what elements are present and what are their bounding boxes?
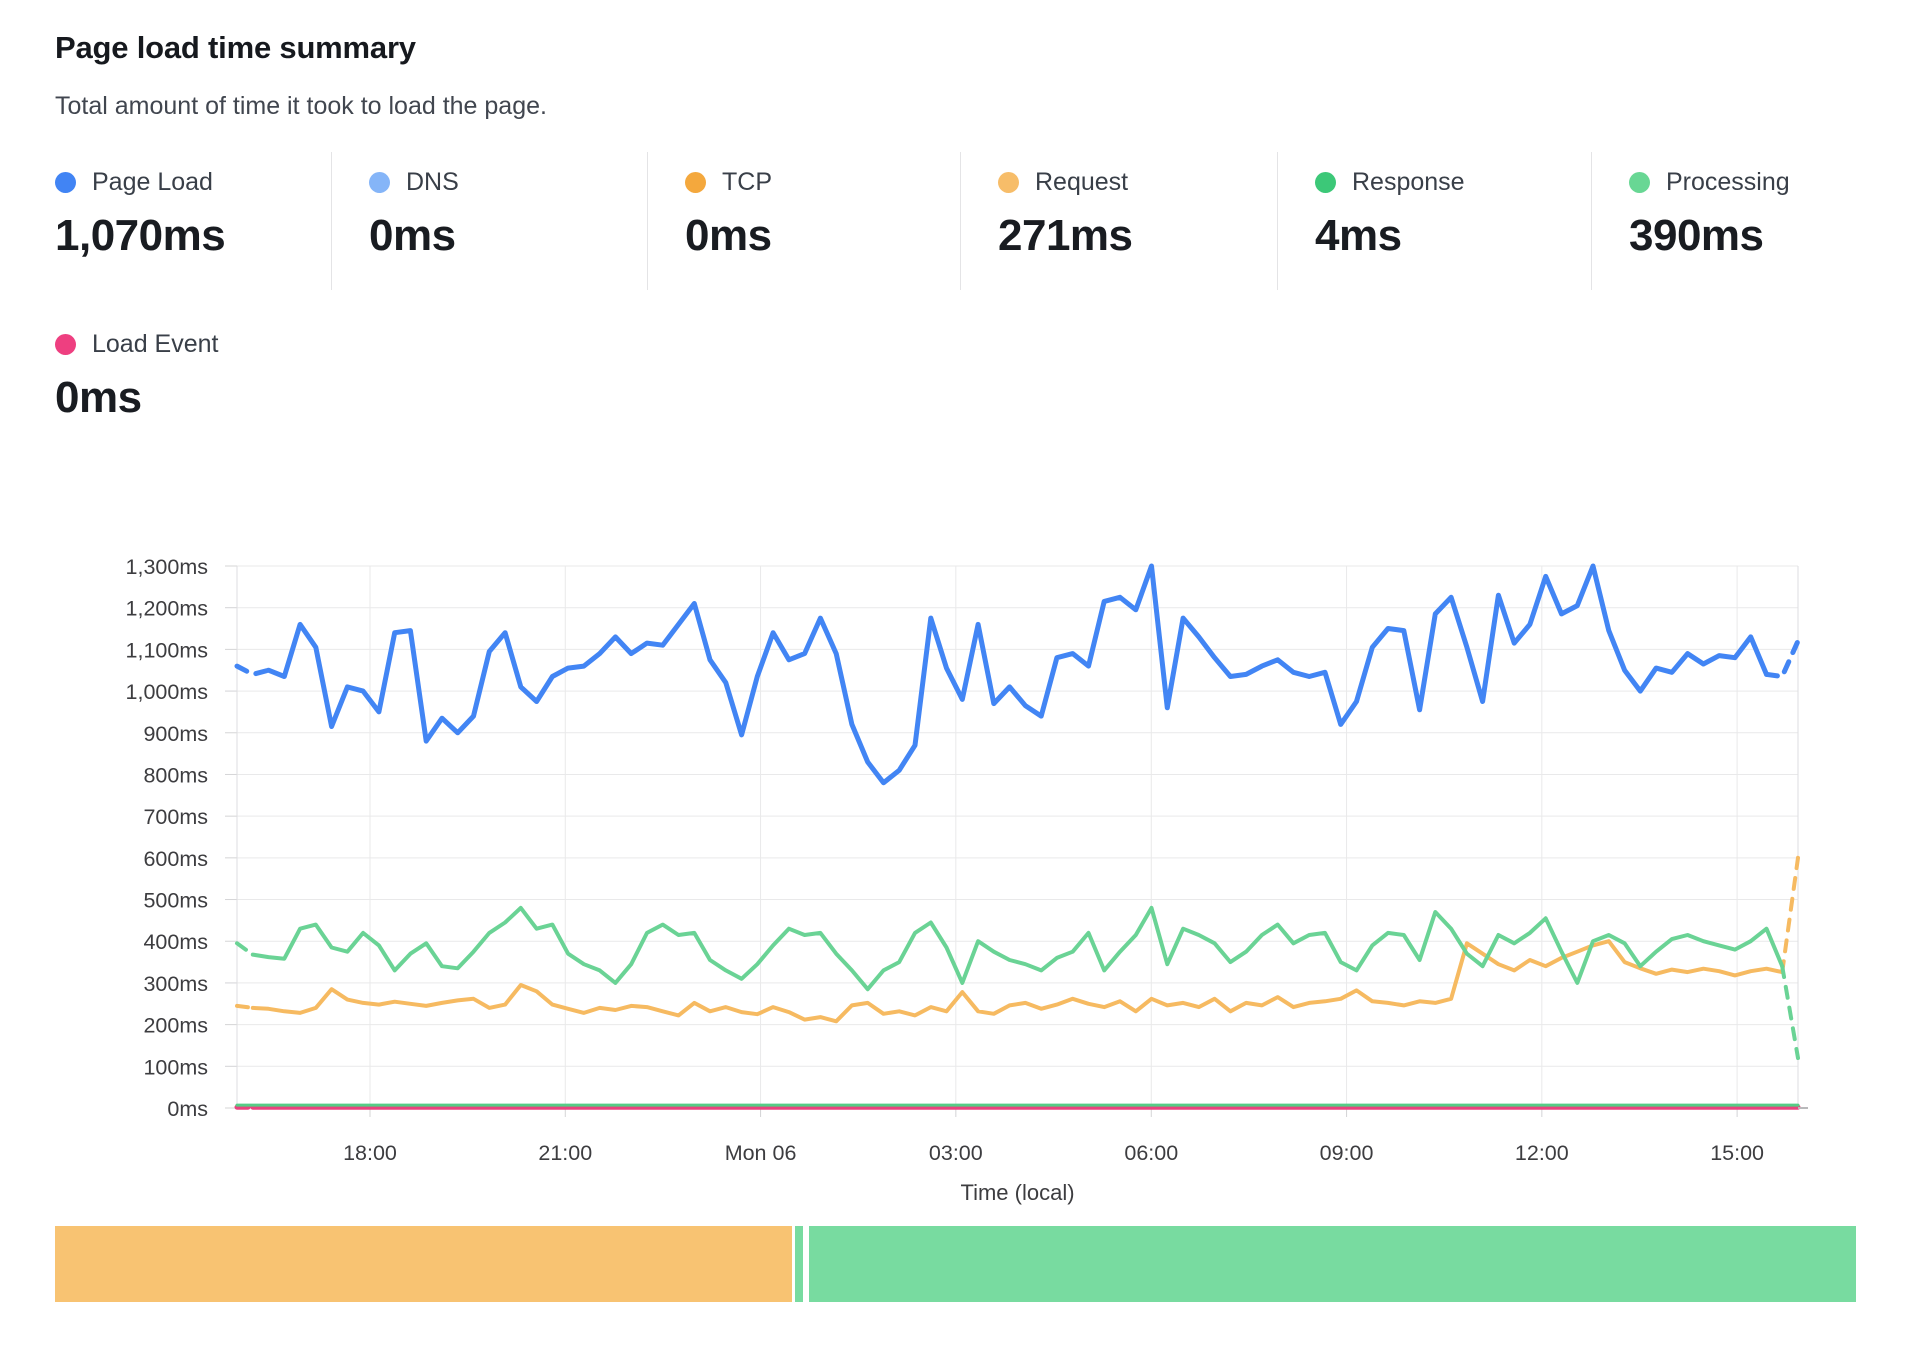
y-axis-label: 900ms (143, 722, 208, 746)
metric-dns[interactable]: DNS 0ms (369, 168, 459, 261)
y-axis-label: 500ms (143, 889, 208, 913)
x-axis-label: 21:00 (538, 1141, 592, 1165)
dns-dot-icon (369, 172, 390, 193)
page-load-summary-widget: 0ms 100ms 200ms 300ms 400ms 500ms 600ms 700ms 80… (0, 0, 1910, 1352)
page-subtitle: Total amount of time it took to load the… (55, 92, 547, 121)
chart-area: 0ms 100ms 200ms 300ms 400ms 500ms 600ms 700ms 80… (0, 0, 1910, 1352)
metric-label: Response (1352, 168, 1465, 197)
metric-divider (331, 152, 332, 290)
series-page-load-line[interactable] (237, 666, 269, 674)
status-bar[interactable] (55, 1226, 1856, 1302)
status-segment-passing-sliver[interactable] (795, 1226, 803, 1302)
series-page-load-line[interactable] (1767, 641, 1799, 677)
metric-response[interactable]: Response 4ms (1315, 168, 1465, 261)
y-axis-label: 1,300ms (126, 555, 208, 579)
response-dot-icon (1315, 172, 1336, 193)
metric-load-event[interactable]: Load Event 0ms (55, 330, 219, 423)
processing-dot-icon (1629, 172, 1650, 193)
series-processing-line[interactable] (253, 908, 1782, 989)
series-processing-line[interactable] (1782, 966, 1798, 1058)
metric-divider (1591, 152, 1592, 290)
metric-value: 0ms (685, 211, 772, 261)
metric-divider (647, 152, 648, 290)
metric-label: Request (1035, 168, 1128, 197)
metric-label: Processing (1666, 168, 1790, 197)
x-axis-label: 06:00 (1124, 1141, 1178, 1165)
metric-value: 0ms (55, 373, 219, 423)
status-segment-degraded-window[interactable] (55, 1226, 792, 1302)
y-axis-label: 1,200ms (126, 597, 208, 621)
metric-label: DNS (406, 168, 459, 197)
metric-value: 4ms (1315, 211, 1465, 261)
metric-value: 271ms (998, 211, 1133, 261)
metric-label: Page Load (92, 168, 213, 197)
status-segment-passing-window[interactable] (809, 1226, 1856, 1302)
series-request-line[interactable] (237, 1006, 253, 1008)
y-axis-label: 200ms (143, 1014, 208, 1038)
y-axis-label: 700ms (143, 805, 208, 829)
series-request-line[interactable] (253, 941, 1782, 1021)
x-axis-title: Time (local) (960, 1180, 1074, 1205)
y-axis-label: 800ms (143, 763, 208, 787)
x-axis-label: 09:00 (1320, 1141, 1374, 1165)
metric-tcp[interactable]: TCP 0ms (685, 168, 772, 261)
y-axis-label: 1,100ms (126, 638, 208, 662)
x-axis-label: 18:00 (343, 1141, 397, 1165)
load-event-dot-icon (55, 334, 76, 355)
x-axis-label: Mon 06 (725, 1141, 797, 1165)
x-axis-label: 03:00 (929, 1141, 983, 1165)
y-axis-label: 1,000ms (126, 680, 208, 704)
metric-value: 1,070ms (55, 211, 225, 261)
x-axis-label: 12:00 (1515, 1141, 1569, 1165)
y-axis-label: 100ms (143, 1055, 208, 1079)
metric-value: 390ms (1629, 211, 1790, 261)
metric-value: 0ms (369, 211, 459, 261)
metric-processing[interactable]: Processing 390ms (1629, 168, 1790, 261)
load-time-chart[interactable]: 0ms 100ms 200ms 300ms 400ms 500ms 600ms 700ms 80… (0, 0, 1910, 1352)
y-axis-label: 400ms (143, 930, 208, 954)
metric-label: Load Event (92, 330, 219, 359)
series-processing-line[interactable] (237, 943, 253, 954)
metric-request[interactable]: Request 271ms (998, 168, 1133, 261)
metric-page-load[interactable]: Page Load 1,070ms (55, 168, 225, 261)
page-title: Page load time summary (55, 30, 416, 66)
y-axis-label: 300ms (143, 972, 208, 996)
metric-divider (960, 152, 961, 290)
series-request-line[interactable] (1782, 858, 1798, 972)
request-dot-icon (998, 172, 1019, 193)
y-axis-label: 600ms (143, 847, 208, 871)
metric-divider (1277, 152, 1278, 290)
x-axis-label: 15:00 (1710, 1141, 1764, 1165)
page-load-dot-icon (55, 172, 76, 193)
y-axis-label: 0ms (167, 1097, 208, 1121)
tcp-dot-icon (685, 172, 706, 193)
metric-label: TCP (722, 168, 772, 197)
